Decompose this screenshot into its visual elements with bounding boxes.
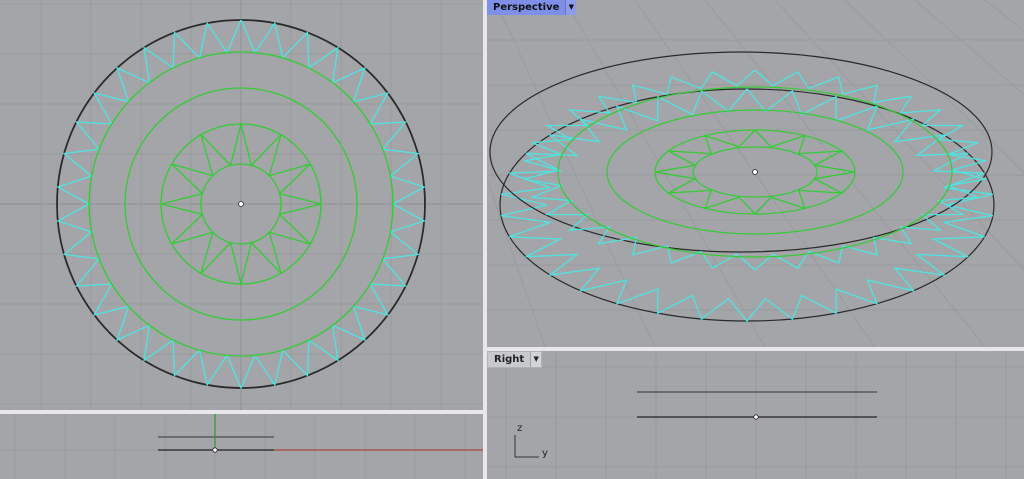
caret-down-icon[interactable]: ▼ [530,352,542,367]
axis-label-z: z [517,423,523,434]
front-view-canvas[interactable] [0,414,483,479]
grid-line [984,0,1024,32]
point-icon [752,169,758,175]
viewport-divider-vertical[interactable] [483,0,487,479]
top-viewport[interactable] [0,0,483,410]
viewport-tab-right[interactable]: Right ▼ [487,351,543,368]
viewport-divider-horizontal-left[interactable] [0,410,483,414]
right-viewport[interactable]: Right ▼ z y [487,351,1024,479]
grid-line [494,0,656,347]
perspective-view-canvas[interactable] [487,0,1024,347]
front-viewport[interactable] [0,414,483,479]
viewport-tab-label: Right [494,354,525,365]
point-icon [753,414,759,420]
axis-label-y: y [542,448,548,459]
top-view-canvas[interactable] [0,0,483,410]
viewport-tab-perspective[interactable]: Perspective ▼ [487,0,577,15]
point-icon [238,201,244,207]
grid-line [914,0,1024,96]
point-icon [212,447,218,453]
caret-down-icon[interactable]: ▼ [565,0,577,15]
right-view-canvas[interactable] [487,351,1024,479]
perspective-viewport[interactable]: Perspective ▼ [487,0,1024,347]
viewport-divider-horizontal-right[interactable] [487,347,1024,351]
viewport-tab-label: Perspective [493,2,560,13]
